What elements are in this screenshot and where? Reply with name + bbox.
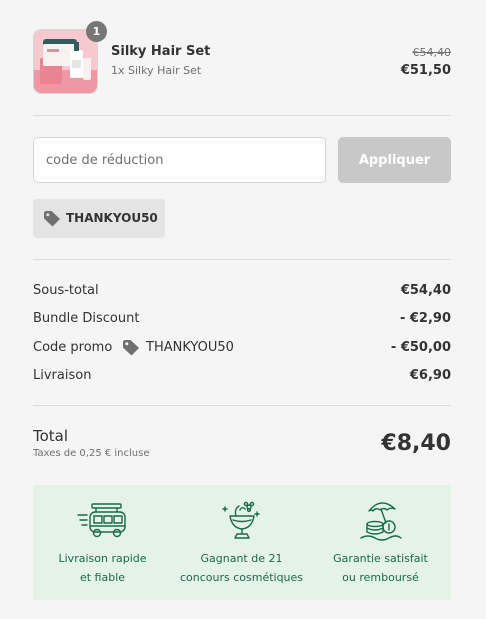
cart-line-item: 1 Silky Hair Set 1x Silky Hair Set €54,4… <box>33 21 452 94</box>
tag-icon <box>122 339 140 360</box>
promo-code-label: Code promo <box>33 340 113 355</box>
bundle-discount-value: - €2,90 <box>399 311 451 326</box>
benefit-line: Gagnant de 21 <box>200 552 283 565</box>
benefit-award-winner: Gagnant de 21 concours cosmétiques <box>172 485 311 600</box>
benefit-text: Gagnant de 21 concours cosmétiques <box>172 549 311 587</box>
benefits-banner: Livraison rapide et fiable Gagnant de 21… <box>33 485 451 600</box>
tax-note: Taxes de 0,25 € incluse <box>33 448 150 459</box>
product-name: Silky Hair Set <box>111 44 211 59</box>
benefit-text: Garantie satisfait ou remboursé <box>311 549 450 587</box>
benefit-line: concours cosmétiques <box>179 571 304 584</box>
benefit-text: Livraison rapide et fiable <box>33 549 172 587</box>
benefit-line: Livraison rapide <box>58 552 147 565</box>
benefit-fast-delivery: Livraison rapide et fiable <box>33 485 172 600</box>
discount-code-input[interactable] <box>33 137 326 183</box>
quantity-badge: 1 <box>86 21 107 42</box>
total-value: €8,40 <box>381 431 451 456</box>
benefit-money-back: Garantie satisfait ou remboursé <box>311 485 450 600</box>
divider <box>33 259 451 260</box>
applied-discount-chip: THANKYOU50 <box>33 199 165 238</box>
applied-discount-code: THANKYOU50 <box>66 211 158 225</box>
shipping-value: €6,90 <box>409 368 451 383</box>
apply-discount-button[interactable]: Appliquer <box>338 137 451 183</box>
trophy-cup-icon <box>216 498 268 542</box>
shipping-label: Livraison <box>33 368 92 383</box>
benefit-line: et fiable <box>79 571 126 584</box>
product-variant: 1x Silky Hair Set <box>111 64 202 77</box>
divider <box>33 115 451 116</box>
tag-icon <box>43 210 61 231</box>
product-original-price: €54,40 <box>412 46 452 59</box>
money-umbrella-icon <box>355 498 407 542</box>
product-thumbnail: 1 <box>33 21 107 94</box>
total-label: Total <box>33 427 69 445</box>
promo-code-name: THANKYOU50 <box>146 340 234 355</box>
subtotal-label: Sous-total <box>33 283 99 298</box>
subtotal-value: €54,40 <box>400 283 451 298</box>
benefit-line: ou remboursé <box>342 571 419 584</box>
product-image <box>34 30 97 93</box>
delivery-van-icon <box>77 498 129 542</box>
bundle-discount-label: Bundle Discount <box>33 311 140 326</box>
product-price: €51,50 <box>400 63 451 78</box>
promo-code-value: - €50,00 <box>390 340 451 355</box>
benefit-line: Garantie satisfait <box>333 552 428 565</box>
divider <box>33 405 451 406</box>
